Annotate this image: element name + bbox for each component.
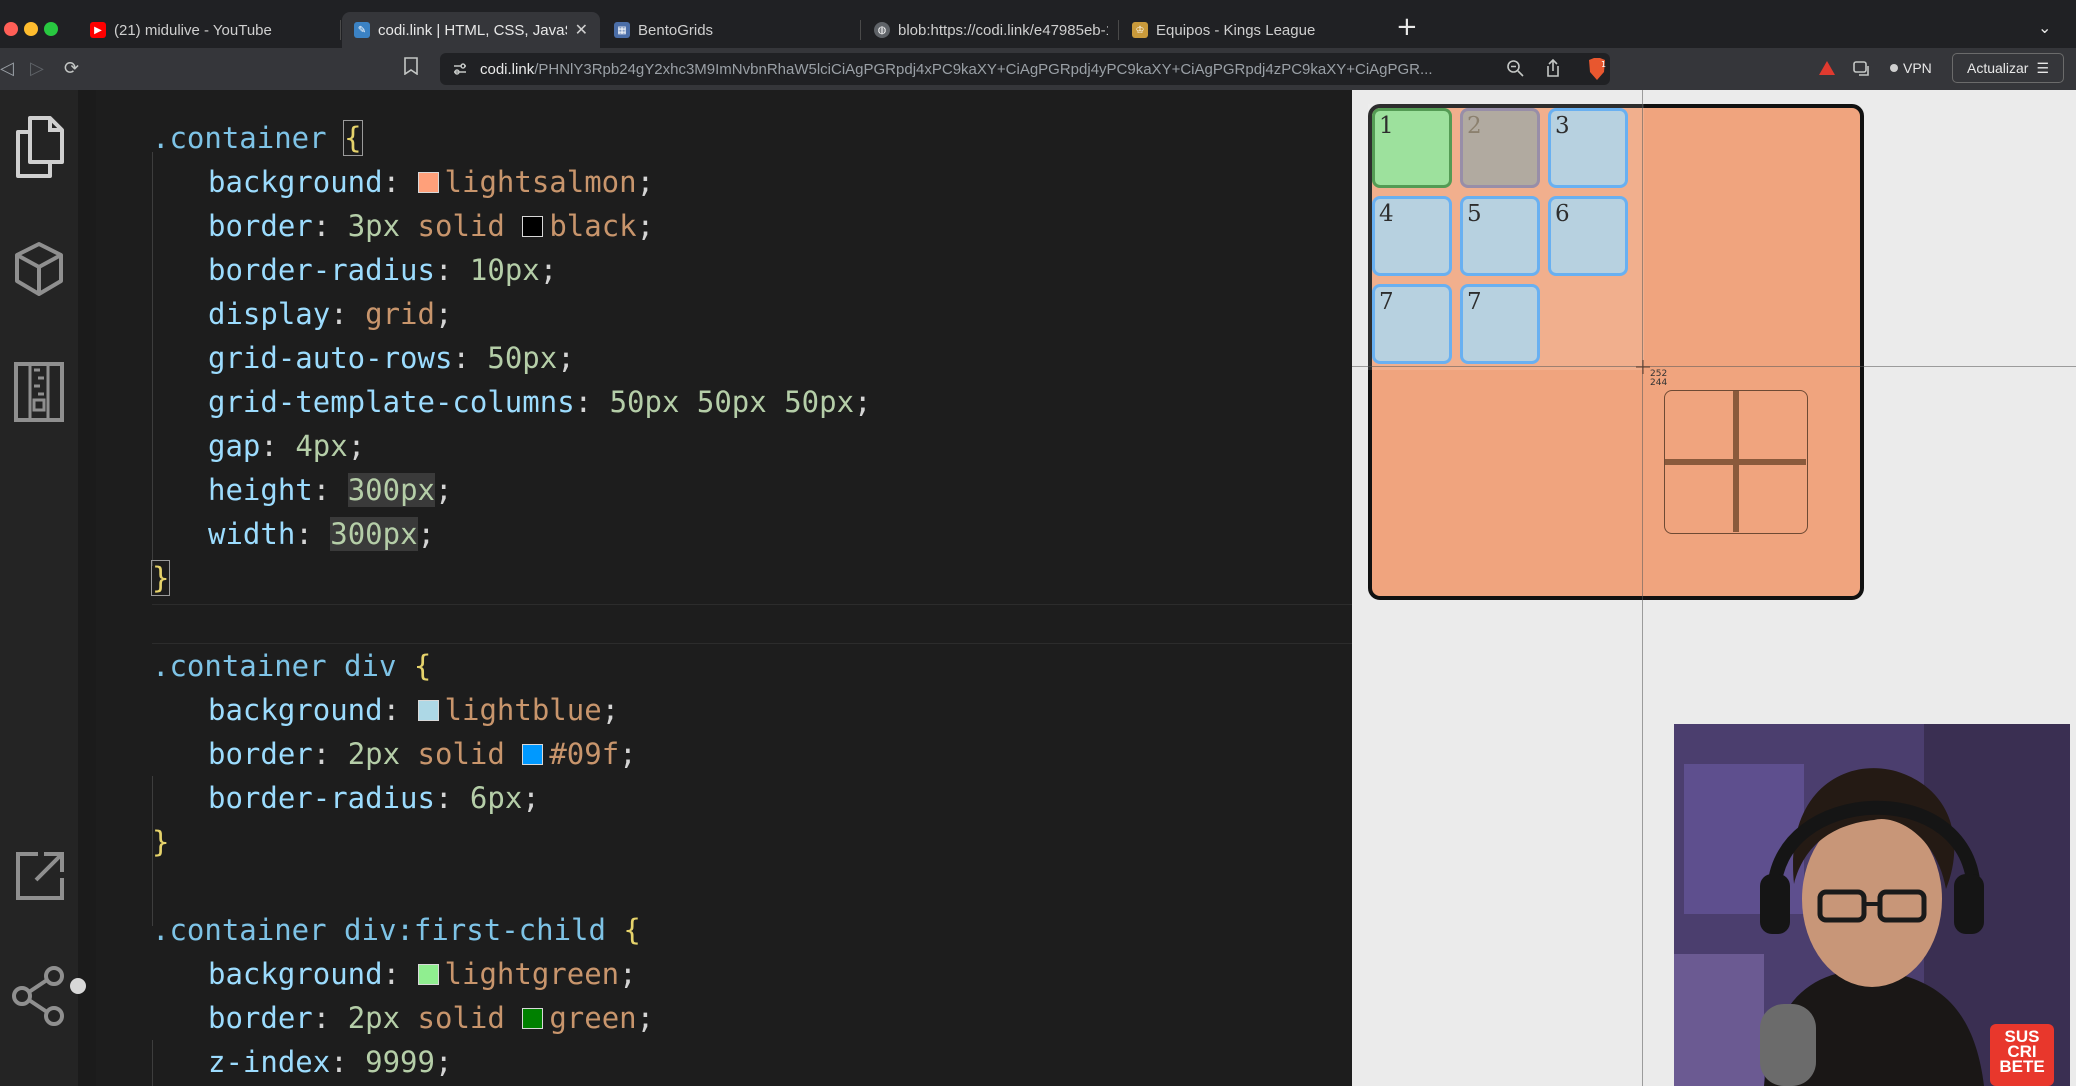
css-declaration: z-index: 9999; — [208, 1045, 453, 1079]
measure-guide-horizontal — [1352, 366, 2076, 367]
vpn-button[interactable]: VPN — [1890, 60, 1932, 76]
color-swatch[interactable] — [522, 1008, 544, 1029]
tab-title: codi.link | HTML, CSS, JavaScr — [378, 21, 567, 39]
css-declaration: border-radius: 10px; — [208, 253, 558, 287]
bookmark-icon[interactable] — [404, 57, 418, 75]
brave-rewards-icon[interactable] — [1818, 60, 1836, 76]
tab-title: (21) midulive - YouTube — [114, 21, 272, 39]
forward-arrow-icon[interactable]: ▷ — [30, 58, 44, 79]
share-icon[interactable] — [1544, 58, 1562, 78]
crosshair-icon — [1636, 360, 1650, 374]
close-window-button[interactable] — [4, 22, 18, 36]
color-swatch[interactable] — [522, 216, 544, 237]
youtube-icon: ▶ — [90, 22, 106, 38]
svg-text:1: 1 — [1601, 60, 1606, 69]
share-icon[interactable] — [8, 962, 70, 1028]
css-rule-close: } — [152, 825, 170, 859]
bento-icon: ▦ — [614, 22, 630, 38]
tab-list-chevron-icon[interactable]: ⌄ — [2038, 18, 2051, 37]
tab-title: BentoGrids — [638, 21, 714, 39]
tab-blob[interactable]: ◍ blob:https://codi.link/e47985eb-19 — [862, 12, 1120, 48]
css-declaration: height: 300px; — [208, 473, 453, 507]
zoom-icon[interactable] — [1506, 59, 1524, 77]
tab-title: Equipos - Kings League — [1156, 21, 1316, 39]
preview-pane: 1 2 3 4 5 6 7 7 252 244 SUS CRI BETE — [1352, 90, 2076, 1086]
tab-youtube[interactable]: ▶ (21) midulive - YouTube — [78, 12, 336, 48]
update-button[interactable]: Actualizar ☰ — [1952, 53, 2064, 83]
color-swatch[interactable] — [417, 700, 439, 721]
cursor-coordinates: 252 244 — [1650, 369, 1668, 388]
reload-icon[interactable]: ⟳ — [64, 58, 79, 79]
css-declaration: border: 2px solid #09f; — [208, 737, 637, 771]
webcam-overlay: SUS CRI BETE — [1674, 724, 2070, 1086]
css-declaration: border-radius: 6px; — [208, 781, 540, 815]
hamburger-menu-icon: ☰ — [2036, 59, 2050, 76]
measure-selection — [1368, 104, 1644, 370]
codi-icon: ✎ — [354, 22, 370, 38]
move-cursor-icon — [1664, 390, 1808, 534]
css-rule-selector: .container div:first-child { — [152, 913, 641, 947]
files-icon[interactable] — [8, 112, 70, 182]
packages-icon[interactable] — [8, 238, 70, 300]
maximize-window-button[interactable] — [44, 22, 58, 36]
css-declaration: border: 2px solid green; — [208, 1001, 655, 1035]
color-swatch[interactable] — [417, 172, 439, 193]
status-indicator — [70, 978, 86, 994]
brave-shield-icon[interactable]: 1 — [1586, 57, 1608, 81]
vpn-status-icon — [1890, 64, 1898, 72]
url-host: codi.link — [480, 60, 535, 78]
globe-icon: ◍ — [874, 22, 890, 38]
tab-bentogrids[interactable]: ▦ BentoGrids — [602, 12, 856, 48]
css-declaration: grid-template-columns: 50px 50px 50px; — [208, 385, 872, 419]
css-editor[interactable]: .container { background: lightsalmon; bo… — [96, 90, 1422, 1086]
url-path: /PHNlY3Rpb24gY2xhc3M9ImNvbnRhaW5lciCiAgP… — [534, 60, 1433, 78]
open-external-icon[interactable] — [8, 846, 70, 908]
kings-icon: ♔ — [1132, 22, 1148, 38]
browser-toolbar: ◁ ▷ ⟳ codi.link /PHNlY3Rpb24gY2xhc3M9ImN… — [0, 48, 2076, 90]
css-rule-selector: .container { — [152, 120, 363, 156]
css-declaration: display: grid; — [208, 297, 453, 331]
sync-icon[interactable] — [1852, 59, 1870, 77]
address-bar[interactable]: codi.link /PHNlY3Rpb24gY2xhc3M9ImNvbnRha… — [440, 53, 1610, 85]
vpn-label: VPN — [1903, 60, 1932, 76]
app-sidebar — [0, 90, 78, 1086]
css-declaration: width: 300px; — [208, 517, 436, 551]
minimize-window-button[interactable] — [24, 22, 38, 36]
css-rule-close: } — [150, 560, 171, 596]
tab-bar: ▶ (21) midulive - YouTube ✎ codi.link | … — [0, 0, 2076, 49]
css-declaration: background: lightblue; — [208, 693, 620, 727]
css-rule-selector: .container div { — [152, 649, 432, 683]
color-swatch[interactable] — [522, 744, 544, 765]
measure-guide-vertical — [1642, 90, 1643, 1086]
update-label: Actualizar — [1966, 60, 2029, 76]
tab-kings-league[interactable]: ♔ Equipos - Kings League — [1120, 12, 1380, 48]
color-swatch[interactable] — [417, 964, 439, 985]
new-tab-button[interactable]: + — [1396, 14, 1418, 40]
site-settings-icon[interactable] — [452, 61, 468, 77]
subscribe-badge[interactable]: SUS CRI BETE — [1990, 1024, 2054, 1086]
css-declaration: border: 3px solid black; — [208, 209, 655, 243]
css-declaration: background: lightgreen; — [208, 957, 637, 991]
back-arrow-icon[interactable]: ◁ — [0, 58, 14, 79]
tab-codi-link[interactable]: ✎ codi.link | HTML, CSS, JavaScr ✕ — [342, 12, 600, 48]
tab-title: blob:https://codi.link/e47985eb-19 — [898, 21, 1108, 39]
css-declaration: gap: 4px; — [208, 429, 366, 463]
css-declaration: grid-auto-rows: 50px; — [208, 341, 575, 375]
close-tab-icon[interactable]: ✕ — [575, 20, 588, 40]
css-declaration: background: lightsalmon; — [208, 165, 655, 199]
zip-icon[interactable] — [8, 358, 70, 424]
